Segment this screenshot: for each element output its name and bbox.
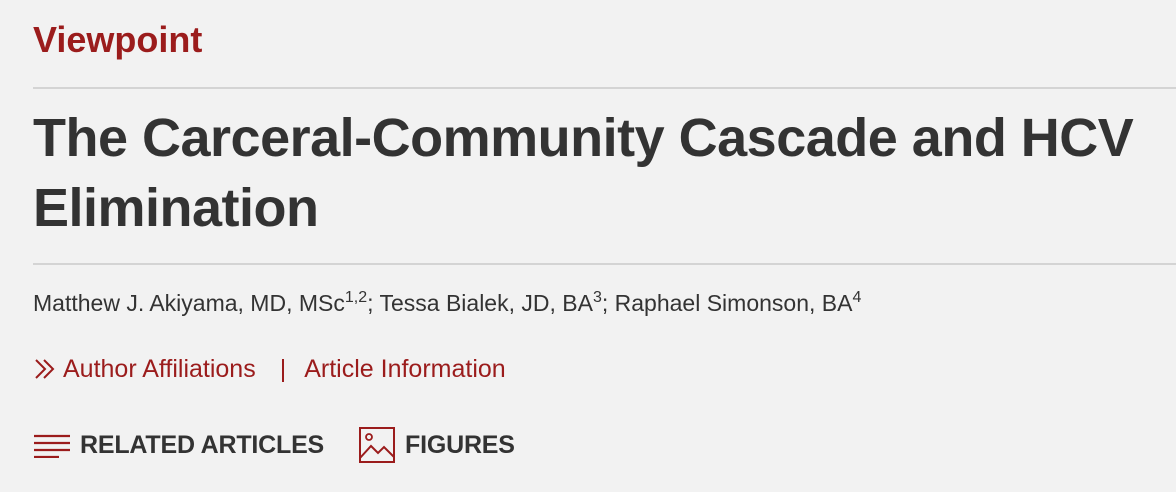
list-lines-icon bbox=[34, 434, 70, 458]
article-type-label: Viewpoint bbox=[33, 19, 203, 60]
divider-top bbox=[33, 87, 1176, 89]
related-articles-label: RELATED ARTICLES bbox=[80, 430, 325, 459]
author-name[interactable]: Matthew J. Akiyama, MD, MSc bbox=[33, 290, 345, 316]
related-articles-button[interactable]: RELATED ARTICLES bbox=[33, 431, 324, 460]
article-information-link[interactable]: Article Information bbox=[304, 352, 505, 386]
author-affiliation-number: 1,2 bbox=[344, 289, 368, 306]
author-separator: ; bbox=[367, 290, 380, 316]
divider-middle bbox=[33, 263, 1176, 265]
double-chevron-right-icon[interactable] bbox=[33, 358, 57, 380]
image-icon bbox=[359, 427, 396, 463]
author-separator: ; bbox=[601, 290, 615, 316]
author-affiliation-number: 3 bbox=[592, 289, 602, 306]
article-links: Author Affiliations | Article Informatio… bbox=[33, 352, 506, 386]
article-title: The Carceral-Community Cascade and HCV E… bbox=[33, 108, 1134, 238]
author-name[interactable]: Raphael Simonson, BA bbox=[615, 290, 853, 316]
author-affiliation-number: 4 bbox=[852, 289, 862, 306]
author-name[interactable]: Tessa Bialek, JD, BA bbox=[379, 290, 592, 316]
article-tools: RELATED ARTICLES FIGURES bbox=[33, 426, 515, 464]
author-affiliations-link[interactable]: Author Affiliations bbox=[63, 352, 256, 386]
figures-button[interactable]: FIGURES bbox=[358, 426, 515, 464]
article-header: Viewpoint The Carceral-Community Cascade… bbox=[0, 0, 1176, 492]
author-list: Matthew J. Akiyama, MD, MSc1,2; Tessa Bi… bbox=[33, 284, 861, 322]
link-separator: | bbox=[279, 355, 287, 383]
figures-label: FIGURES bbox=[405, 430, 515, 459]
